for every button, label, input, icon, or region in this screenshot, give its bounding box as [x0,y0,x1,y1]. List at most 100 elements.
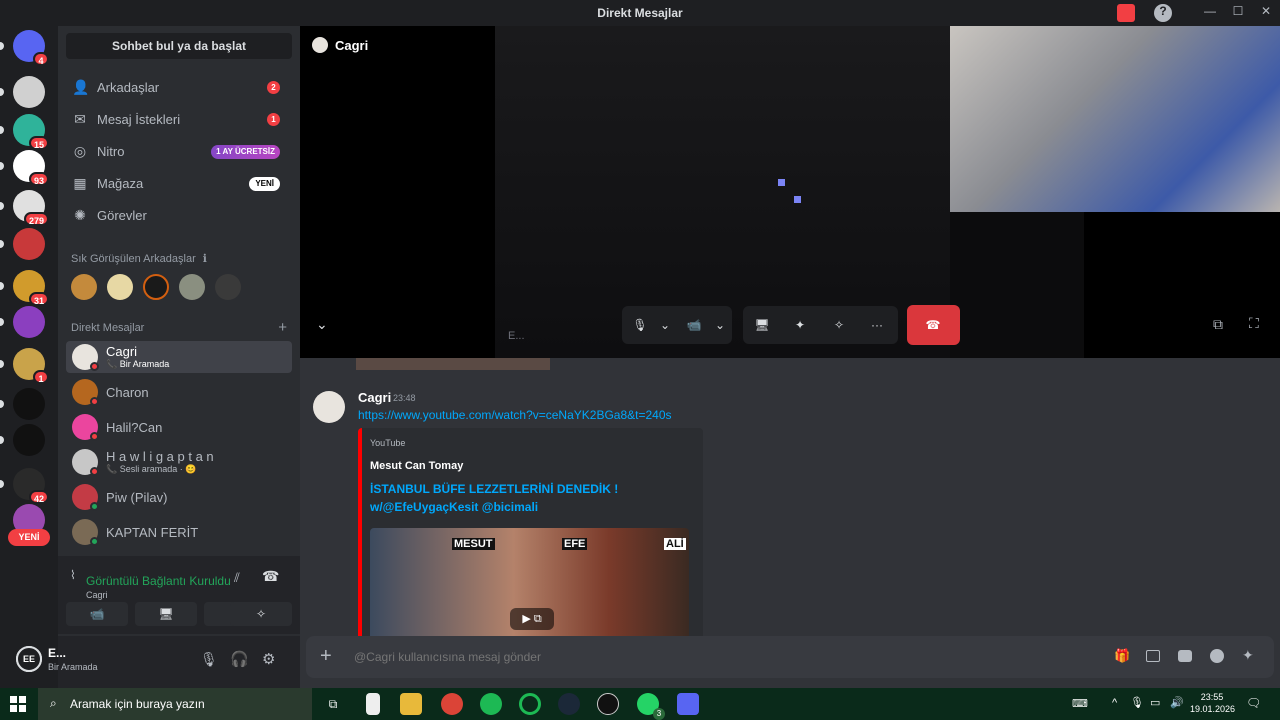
spotify-icon[interactable] [480,693,502,715]
new-pill[interactable]: YENİ [8,529,50,546]
discord-taskbar-icon[interactable] [677,693,699,715]
favorite-avatar[interactable] [143,274,169,300]
nav-quests[interactable]: ✺ Görevler [66,200,292,230]
previous-attachment[interactable] [356,358,550,370]
video-thumbnail[interactable]: MESUT EFE ALİ ▶ ⧉ [370,528,689,636]
unread-indicator [0,88,4,96]
add-dm-icon[interactable]: + [278,319,287,336]
nav-shop[interactable]: ▦ Mağaza YENİ [66,168,292,198]
collapse-chevron-icon[interactable]: ⌄ [316,316,328,333]
taskbar-search[interactable]: ⌕ Aramak için buraya yazın [38,688,312,720]
clock[interactable]: 23:55 19.01.2026 [1190,691,1235,715]
dm-item[interactable]: Charon [66,376,292,408]
activity-icon[interactable]: ✦ [790,315,810,335]
camera-icon[interactable]: 📹 [684,315,704,335]
headset-icon[interactable]: 🎧 [230,650,249,668]
network-icon[interactable]: ▭ [1150,696,1160,709]
notifications-icon[interactable]: 🗨 [1246,696,1261,710]
file-explorer-icon[interactable] [400,693,422,715]
author-name[interactable]: Cagri [358,390,391,405]
add-attachment-icon[interactable]: + [320,645,332,667]
settings-icon[interactable]: ⚙ [262,650,275,668]
dm-item[interactable]: H a w l i g a p t a n 📞 Sesli aramada · 😊 [66,446,292,478]
whatsapp-icon[interactable]: 3 [637,693,665,720]
self-video-tile[interactable] [950,26,1280,212]
user-name[interactable]: E... [48,646,66,660]
task-view-icon[interactable]: ⧉ [322,693,344,715]
guild-server-1[interactable] [0,76,45,108]
apps-icon[interactable]: ✦ [1242,647,1254,664]
soundboard-icon[interactable]: ✧ [829,315,849,335]
favorite-avatar[interactable] [179,274,205,300]
favorite-avatar[interactable] [107,274,133,300]
message-link[interactable]: https://www.youtube.com/watch?v=ceNaYK2B… [358,408,672,422]
guild-server-7[interactable] [0,306,45,338]
disconnect-icon[interactable]: ☎ [262,568,279,585]
guild-server-4[interactable]: 279 [0,190,49,226]
gift-icon[interactable]: 🎁 [1114,648,1130,664]
guild-server-5[interactable] [0,228,45,260]
camera-button[interactable]: 📹 [66,602,128,626]
play-icon[interactable]: ▶ ⧉ [510,608,554,630]
favorite-avatar[interactable] [215,274,241,300]
guild-server-6[interactable]: 31 [0,270,49,306]
minimize-button[interactable]: — [1200,4,1220,22]
notepad-icon[interactable] [366,693,380,715]
maximize-button[interactable]: ☐ [1228,4,1248,22]
embed-provider[interactable]: YouTube [370,438,405,448]
guild-server-8[interactable]: 1 [0,348,49,384]
fullscreen-icon[interactable]: ⛶ [1249,315,1259,332]
voice-status-text[interactable]: Görüntülü Bağlantı Kuruldu [86,574,231,588]
volume-icon[interactable]: 🔊 [1170,696,1184,709]
chrome-icon[interactable] [441,693,463,715]
info-icon[interactable]: ℹ [203,253,207,265]
guild-server-9[interactable] [0,388,45,420]
favorite-avatar[interactable] [71,274,97,300]
dm-item[interactable]: Halil?Can [66,411,292,443]
mic-icon[interactable]: 🎙 [200,651,218,668]
close-button[interactable]: ✕ [1256,4,1276,22]
help-icon[interactable]: ? [1154,4,1172,22]
message-input[interactable] [354,646,1054,668]
emoji-icon[interactable] [1210,649,1224,663]
soundboard-button[interactable]: ✧ [230,602,292,626]
hangup-button[interactable]: ☎ [907,305,960,345]
author-avatar[interactable] [313,391,345,423]
guild-server-10[interactable] [0,424,45,456]
unread-indicator [0,480,4,488]
guild-discord-home[interactable]: 4 [0,30,49,66]
nav-label: Mağaza [97,176,144,191]
more-icon[interactable]: ··· [867,315,887,335]
start-icon[interactable] [10,696,26,712]
guild-server-3[interactable]: 93 [0,150,49,186]
mic-tray-icon[interactable]: 🎙 [1130,696,1144,709]
guild-server-11[interactable]: 42 [0,468,49,504]
inbox-icon[interactable] [1117,4,1135,22]
popout-icon[interactable]: ⧉ [1213,316,1223,333]
screenshare-button[interactable]: 🖥 [135,602,197,626]
sticker-icon[interactable] [1178,650,1192,662]
embed-author[interactable]: Mesut Can Tomay [370,460,463,472]
caller-name[interactable]: Cagri [335,38,368,53]
dm-item[interactable]: Piw (Pilav) [66,481,292,513]
mic-icon[interactable]: 🎙 [630,315,650,335]
dm-item[interactable]: Cagri 📞 Bir Aramada [66,341,292,373]
chevron-down-icon[interactable]: ⌄ [655,315,675,335]
steam-icon[interactable] [558,693,580,715]
app-icon[interactable] [519,693,541,715]
search-button[interactable]: Sohbet bul ya da başlat [66,33,292,59]
embed-title[interactable]: İSTANBUL BÜFE LEZZETLERİNİ DENEDİK ! w/@… [370,480,630,516]
voice-channel-text[interactable]: Cagri [86,590,108,600]
tray-chevron-icon[interactable]: ^ [1112,697,1117,709]
nav-nitro[interactable]: ◎ Nitro 1 AY ÜCRETSİZ [66,136,292,166]
chevron-down-icon[interactable]: ⌄ [710,315,730,335]
keyboard-icon[interactable]: ⌨ [1072,697,1088,710]
noise-suppression-icon[interactable]: ⫽ [234,570,240,586]
app-icon[interactable] [597,693,619,715]
dm-item[interactable]: KAPTAN FERİT [66,516,292,548]
guild-server-2[interactable]: 15 [0,114,49,150]
nav-message-requests[interactable]: ✉ Mesaj İstekleri 1 [66,104,292,134]
gif-icon[interactable] [1146,650,1160,662]
screenshare-icon[interactable]: 🖥 [752,315,772,335]
nav-friends[interactable]: 👤 Arkadaşlar 2 [66,72,292,102]
